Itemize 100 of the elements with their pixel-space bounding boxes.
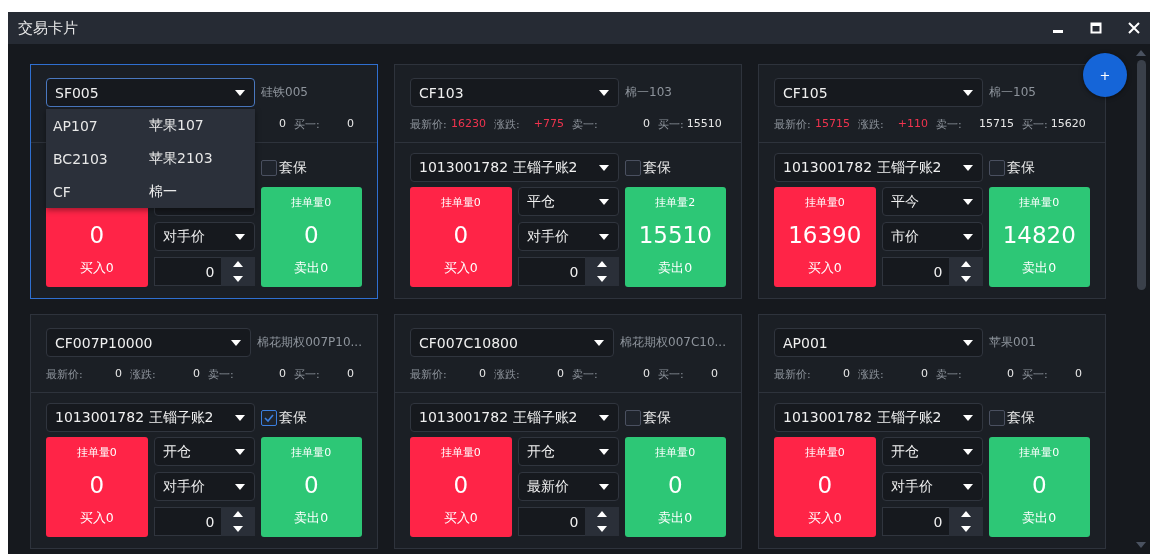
contract-name: 棉一105: [989, 84, 1036, 101]
caret-icon: [594, 339, 604, 346]
contract-name: 棉花期权007P10...: [257, 334, 362, 351]
close-icon[interactable]: [1128, 22, 1140, 34]
decrement-icon[interactable]: [960, 275, 971, 282]
decrement-icon[interactable]: [232, 525, 243, 532]
decrement-icon[interactable]: [232, 275, 243, 282]
increment-icon[interactable]: [596, 511, 607, 518]
buy-button[interactable]: 挂单量0 16390 买入0: [774, 187, 876, 287]
buy-button[interactable]: 挂单量0 0 买入0: [46, 437, 148, 537]
symbol-select[interactable]: CF007P10000: [46, 328, 252, 357]
option-name[interactable]: 棉一: [149, 182, 177, 201]
open-close-select[interactable]: 平今: [881, 187, 983, 216]
quote-value: 0: [643, 117, 650, 132]
symbol-select[interactable]: AP001: [774, 328, 983, 357]
caret-icon: [234, 483, 245, 490]
quote-value: 15715: [979, 117, 1014, 132]
open-close-select[interactable]: 平仓: [517, 187, 619, 216]
increment-icon[interactable]: [596, 261, 607, 268]
caret-icon: [963, 89, 973, 96]
checkbox[interactable]: [261, 159, 277, 176]
quote-value: 0: [711, 367, 718, 382]
increment-icon[interactable]: [232, 261, 243, 268]
quantity-field[interactable]: 0: [517, 507, 585, 536]
quote-label: 买一:: [1022, 117, 1048, 132]
checkbox[interactable]: [625, 409, 641, 426]
open-close-select[interactable]: 开仓: [153, 437, 255, 466]
option-name[interactable]: 苹果107: [149, 116, 204, 135]
option-name[interactable]: 苹果2103: [149, 149, 213, 168]
hedge-label: 套保: [279, 408, 307, 427]
caret-icon: [963, 164, 973, 171]
trade-card[interactable]: CF103 棉一103 最新价: 16230 涨跌: +775 卖一: 0 买一: 15510 1013001782 王锱子账2 套保 挂单量0 0 买入0 平仓 对手价 0 挂单量2 15510 卖出0: [394, 64, 742, 299]
quantity-field[interactable]: 0: [153, 507, 221, 536]
quantity-field[interactable]: 0: [881, 257, 949, 286]
price-type-select[interactable]: 最新价: [517, 472, 619, 501]
open-close-select[interactable]: 开仓: [517, 437, 619, 466]
quote-label: 买一:: [658, 367, 684, 382]
quote-label: 最新价:: [410, 117, 447, 132]
increment-icon[interactable]: [232, 511, 243, 518]
buy-button[interactable]: 挂单量0 0 买入0: [410, 187, 512, 287]
scrollbar-thumb[interactable]: [1136, 60, 1146, 290]
symbol-select[interactable]: CF007C10800: [410, 328, 614, 357]
quote-value: 0: [193, 367, 200, 382]
add-button[interactable]: +: [1083, 53, 1127, 97]
buy-button[interactable]: 挂单量0 0 买入0: [410, 437, 512, 537]
quantity-field[interactable]: 0: [517, 257, 585, 286]
hedge-label: 套保: [1007, 158, 1035, 177]
symbol-select[interactable]: CF103: [410, 78, 619, 107]
quote-label: 最新价:: [46, 367, 83, 382]
account-select[interactable]: 1013001782 王锱子账2: [410, 153, 619, 182]
option-code[interactable]: AP107: [53, 117, 149, 134]
trade-card[interactable]: CF007C10800 棉花期权007C10... 最新价: 0 涨跌: 0 卖一: 0 买一: 0 1013001782 王锱子账2 套保 挂单量0 0 买入0 开仓 最新价 0 挂单量0 0 卖出0: [394, 314, 742, 549]
caret-icon: [962, 448, 973, 455]
quantity-field[interactable]: 0: [881, 507, 949, 536]
option-code[interactable]: BC2103: [53, 150, 149, 167]
increment-icon[interactable]: [960, 511, 971, 518]
quote-label: 最新价:: [410, 367, 447, 382]
account-select[interactable]: 1013001782 王锱子账2: [774, 153, 983, 182]
quote-value: 0: [347, 367, 354, 382]
checkbox[interactable]: [989, 159, 1005, 176]
price-type-select[interactable]: 市价: [881, 222, 983, 251]
decrement-icon[interactable]: [596, 525, 607, 532]
hedge-label: 套保: [1007, 408, 1035, 427]
caret-icon: [234, 448, 245, 455]
quote-value: 0: [1075, 367, 1082, 382]
symbol-select[interactable]: SF005: [46, 78, 255, 107]
quote-label: 最新价:: [774, 117, 811, 132]
caret-icon: [599, 89, 609, 96]
checkbox[interactable]: [261, 409, 277, 426]
trade-card[interactable]: SF005 硅铁005 0 买一: 0 套保 0 买入0 对手价 0 挂单量0 0 卖出0 AP107 苹果107 BC2103 苹果2103 CF 棉一: [30, 64, 378, 299]
trade-card[interactable]: AP001 苹果001 最新价: 0 涨跌: 0 卖一: 0 买一: 0 1013001782 王锱子账2 套保 挂单量0 0 买入0 开仓 对手价 0 挂单量0 0 卖出0: [758, 314, 1106, 549]
price-type-select[interactable]: 对手价: [153, 222, 255, 251]
open-close-select[interactable]: 开仓: [881, 437, 983, 466]
quote-label: 最新价:: [774, 367, 811, 382]
caret-icon: [231, 339, 242, 346]
decrement-icon[interactable]: [960, 525, 971, 532]
decrement-icon[interactable]: [596, 275, 607, 282]
buy-button[interactable]: 挂单量0 0 买入0: [774, 437, 876, 537]
symbol-select[interactable]: CF105: [774, 78, 983, 107]
checkbox[interactable]: [989, 409, 1005, 426]
price-type-select[interactable]: 对手价: [881, 472, 983, 501]
account-select[interactable]: 1013001782 王锱子账2: [410, 403, 619, 432]
quote-value: 0: [479, 367, 486, 382]
price-type-select[interactable]: 对手价: [153, 472, 255, 501]
increment-icon[interactable]: [960, 261, 971, 268]
quantity-field[interactable]: 0: [153, 257, 221, 286]
quote-value: 0: [279, 117, 286, 132]
caret-icon: [598, 448, 609, 455]
window-title: 交易卡片: [18, 18, 78, 38]
price-type-select[interactable]: 对手价: [517, 222, 619, 251]
contract-name: 棉一103: [625, 84, 672, 101]
checkbox[interactable]: [625, 159, 641, 176]
account-select[interactable]: 1013001782 王锱子账2: [774, 403, 983, 432]
account-select[interactable]: 1013001782 王锱子账2: [46, 403, 255, 432]
caret-icon: [235, 89, 245, 96]
trade-card[interactable]: CF007P10000 棉花期权007P10... 最新价: 0 涨跌: 0 卖一: 0 买一: 0 1013001782 王锱子账2 套保 挂单量0 0 买入0 开仓 对手价 0 挂单量0 0 卖出0: [30, 314, 378, 549]
quote-value: 0: [921, 367, 928, 382]
quote-value: 15510: [686, 117, 722, 132]
maximize-icon[interactable]: [1090, 22, 1102, 34]
quote-label: 卖一:: [572, 117, 598, 132]
